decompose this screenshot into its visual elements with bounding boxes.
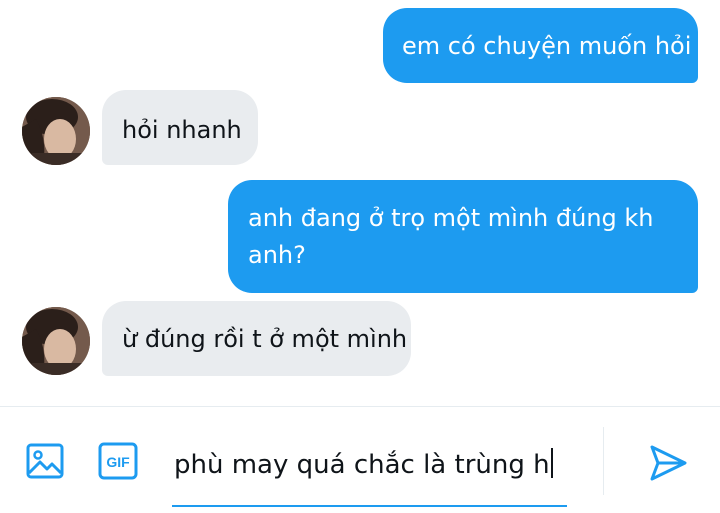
image-button[interactable] — [25, 441, 65, 481]
message-thread: em có chuyện muốn hỏi hỏi nhanh anh đang… — [0, 0, 720, 406]
image-icon — [26, 443, 64, 479]
message-outgoing[interactable]: em có chuyện muốn hỏi — [383, 8, 698, 83]
avatar-photo — [22, 97, 90, 165]
divider — [603, 427, 604, 495]
avatar-photo — [22, 307, 90, 375]
gif-button[interactable]: GIF — [98, 441, 138, 481]
gif-label: GIF — [106, 454, 130, 470]
avatar[interactable] — [22, 97, 90, 165]
text-cursor — [550, 448, 553, 478]
send-icon — [650, 445, 687, 481]
message-input[interactable]: phù may quá chắc là trùng h — [172, 437, 567, 507]
avatar[interactable] — [22, 307, 90, 375]
message-incoming[interactable]: hỏi nhanh — [102, 90, 258, 165]
message-composer: GIF phù may quá chắc là trùng h — [0, 406, 720, 513]
message-text: anh đang ở trọ một mình đúng kh anh? — [248, 204, 654, 269]
message-text: ừ đúng rồi t ở một mình — [122, 325, 408, 353]
message-incoming[interactable]: ừ đúng rồi t ở một mình — [102, 301, 411, 376]
gif-icon: GIF — [98, 442, 138, 480]
send-button[interactable] — [648, 443, 688, 483]
message-text: hỏi nhanh — [122, 116, 242, 144]
message-outgoing[interactable]: anh đang ở trọ một mình đúng kh anh? — [228, 180, 698, 293]
message-text: em có chuyện muốn hỏi — [402, 32, 692, 60]
message-input-value: phù may quá chắc là trùng h — [174, 450, 550, 480]
